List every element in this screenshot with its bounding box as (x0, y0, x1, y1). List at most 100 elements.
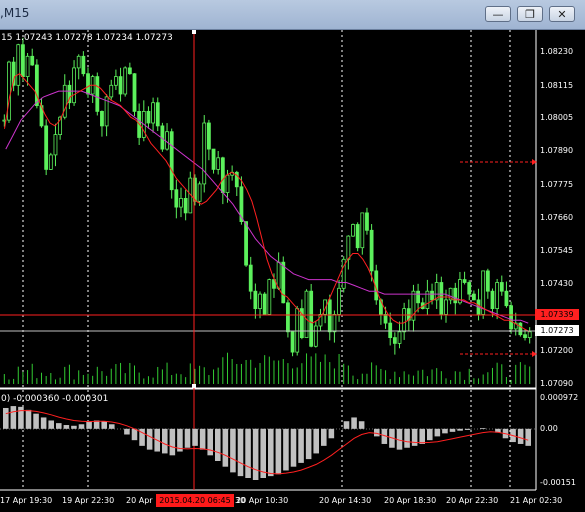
macd-histogram (2, 406, 532, 480)
candle-body (453, 287, 458, 304)
candle-body (327, 299, 332, 333)
candle-body (174, 189, 179, 208)
candle-body (109, 84, 114, 98)
candle-body (211, 148, 216, 170)
close-icon: ✕ (557, 7, 567, 21)
price-tick: 1.07200 (540, 346, 574, 355)
candle-body (504, 290, 509, 307)
candle-body (183, 197, 188, 214)
candle-body (225, 174, 230, 193)
candle-body (355, 224, 360, 249)
ohlc-readout: 15 1.07243 1.07278 1.07234 1.07273 (1, 33, 173, 43)
crosshair-time-tag: 2015.04.20 06:45 (156, 494, 234, 507)
candle-body (21, 44, 25, 78)
crosshair-time-suffix: 30 (235, 496, 246, 505)
candle-body (165, 131, 169, 150)
candle-body (499, 282, 504, 292)
candle-body (360, 212, 365, 249)
time-tick: 20 Apr 18:30 (384, 496, 437, 505)
candle-body (262, 293, 267, 315)
candle-body (444, 299, 448, 315)
candle-body (100, 111, 104, 127)
candle-body (197, 183, 202, 202)
time-tick: 20 Apr 14:30 (319, 496, 372, 505)
candle-body (286, 302, 290, 333)
candle-body (276, 261, 281, 289)
candle-body (518, 322, 523, 336)
candle-body (430, 290, 434, 301)
candle-body (86, 73, 90, 95)
candle-body (179, 197, 183, 208)
candlesticks (2, 37, 532, 357)
candle-body (16, 44, 21, 86)
close-button[interactable]: ✕ (549, 6, 575, 22)
candle-body (81, 55, 86, 75)
candle-body (290, 331, 295, 353)
candle-body (281, 261, 286, 304)
window-titlebar[interactable]: ,M15 — ❐ ✕ (0, 0, 585, 30)
price-tick: 1.07660 (540, 213, 574, 222)
candle-body (462, 279, 467, 283)
candle-body (48, 154, 53, 170)
candle-body (402, 308, 407, 333)
candle-body (392, 337, 397, 344)
candle-body (369, 229, 374, 272)
minimize-icon: — (492, 7, 504, 21)
candle-body (383, 313, 388, 324)
candle-body (118, 76, 123, 95)
macd-tick: 0.00 (540, 424, 558, 433)
minimize-button[interactable]: — (485, 6, 511, 22)
candle-body (244, 221, 248, 266)
candle-body (485, 270, 490, 292)
crosshair-price-tag: 1.07339 (535, 309, 579, 320)
price-chart[interactable] (0, 29, 585, 512)
candle-body (509, 305, 513, 330)
candle-body (220, 157, 225, 194)
macd-tick: 0.000972 (540, 393, 579, 402)
candle-body (114, 76, 118, 86)
price-tick: 1.07775 (540, 180, 574, 189)
candle-body (397, 331, 402, 344)
candle-body (155, 102, 160, 127)
time-tick: 17 Apr 19:30 (0, 496, 53, 505)
candle-body (527, 331, 532, 338)
candle-body (151, 102, 155, 124)
price-tick: 1.07545 (540, 246, 574, 255)
candle-body (523, 334, 527, 339)
candle-body (416, 290, 420, 304)
price-tick: 1.08230 (540, 47, 574, 56)
candle-body (309, 290, 314, 347)
candle-body (44, 125, 49, 170)
candle-body (495, 282, 500, 310)
price-tick: 1.08115 (540, 81, 574, 90)
candle-body (7, 61, 11, 121)
candle-body (467, 282, 472, 295)
candle-body (337, 287, 341, 315)
candle-body (490, 290, 495, 310)
candle-body (253, 290, 258, 310)
candle-body (53, 134, 58, 156)
candle-body (76, 55, 81, 69)
macd-signal-line (5, 410, 529, 475)
window-title: ,M15 (0, 6, 30, 20)
candle-body (202, 122, 207, 185)
restore-button[interactable]: ❐ (517, 6, 543, 22)
crosshair-marker-top (192, 30, 196, 34)
time-tick: 21 Apr 02:30 (510, 496, 563, 505)
candle-body (72, 67, 76, 104)
price-tick: 1.07090 (540, 379, 574, 388)
candle-body (132, 73, 137, 112)
price-tick: 1.07890 (540, 146, 574, 155)
candle-body (346, 235, 351, 260)
candle-body (34, 64, 39, 106)
current-price-tag: 1.07273 (535, 325, 579, 336)
time-tick: 19 Apr 22:30 (62, 496, 115, 505)
candle-body (248, 264, 253, 292)
restore-icon: ❐ (525, 7, 535, 21)
candle-body (146, 111, 151, 124)
macd-readout: 0) -0.000360 -0.000301 (1, 394, 109, 404)
candle-body (365, 212, 369, 231)
macd-tick: -0.00151 (540, 478, 576, 487)
candle-body (439, 282, 444, 315)
candle-body (95, 76, 100, 112)
